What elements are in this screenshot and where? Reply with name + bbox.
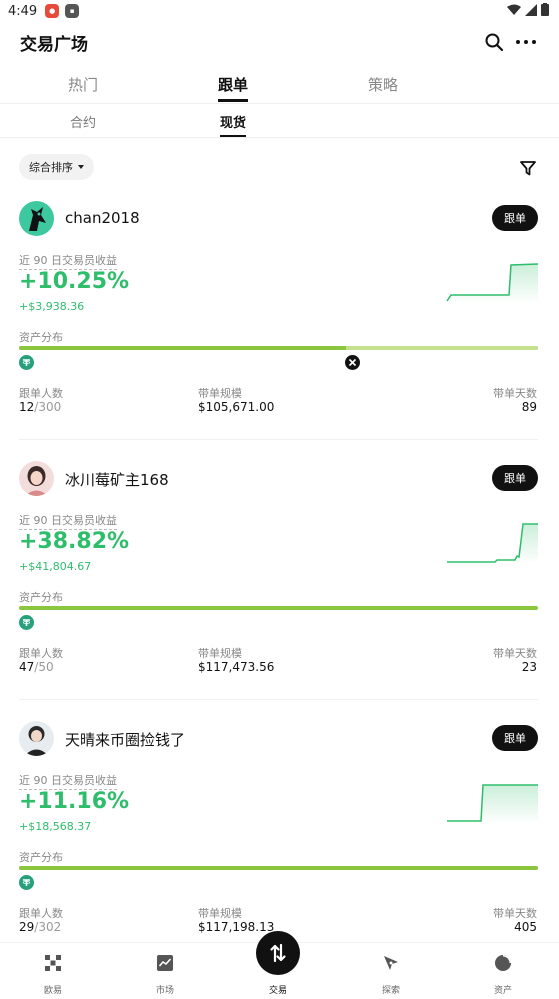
wifi-icon xyxy=(507,4,521,15)
allocation-segment-secondary xyxy=(345,346,538,350)
card-divider xyxy=(19,699,538,700)
app-header: 交易广场 xyxy=(0,28,559,58)
followers-label: 跟单人数 xyxy=(19,387,63,400)
notification-app-icon: ● xyxy=(45,4,60,18)
trader-avatar xyxy=(19,461,54,496)
aum-value: $105,671.00 xyxy=(198,400,275,414)
system-icons xyxy=(507,3,549,16)
return-percent: +11.16% xyxy=(19,789,130,814)
allocation-label: 资产分布 xyxy=(19,331,63,344)
aum-label: 带单规模 xyxy=(198,907,242,920)
nav-assets-label: 资产 xyxy=(493,986,512,996)
nav-explore-label: 探索 xyxy=(381,986,400,996)
trade-arrows-icon xyxy=(270,943,286,963)
followers-value: 12/300 xyxy=(19,400,62,414)
followers-label: 跟单人数 xyxy=(19,647,63,660)
follow-button[interactable]: 跟单 xyxy=(492,465,538,491)
return-label[interactable]: 近 90 日交易员收益 xyxy=(19,512,117,530)
trader-card[interactable]: chan2018 跟单 近 90 日交易员收益 +10.25% +$3,938.… xyxy=(0,201,559,461)
sort-label: 综合排序 xyxy=(29,161,73,174)
days-value: 89 xyxy=(521,400,537,414)
page-title: 交易广场 xyxy=(20,35,88,55)
trader-name[interactable]: chan2018 xyxy=(65,209,140,227)
notification-app-icon-2: ▪ xyxy=(65,4,80,18)
battery-icon xyxy=(541,3,549,16)
main-tabs: 热门 跟单 策略 xyxy=(0,70,559,104)
nav-trade-label: 交易 xyxy=(268,986,287,996)
filter-icon[interactable] xyxy=(519,159,537,177)
search-icon[interactable] xyxy=(484,32,504,52)
followers-value: 47/50 xyxy=(19,660,54,674)
return-label[interactable]: 近 90 日交易员收益 xyxy=(19,772,117,790)
followers-value: 29/302 xyxy=(19,920,62,934)
usdt-coin-icon xyxy=(19,615,34,630)
subtab-spot[interactable]: 现货 xyxy=(220,112,246,131)
tab-hot[interactable]: 热门 xyxy=(68,74,98,95)
allocation-label: 资产分布 xyxy=(19,591,63,604)
days-value: 23 xyxy=(521,660,537,674)
tab-copy-trading[interactable]: 跟单 xyxy=(218,74,248,95)
market-chart-icon xyxy=(157,955,173,971)
caret-down-icon xyxy=(78,165,84,169)
allocation-label: 资产分布 xyxy=(19,851,63,864)
allocation-bar xyxy=(19,606,538,610)
assets-pie-icon xyxy=(495,955,511,971)
nav-market-label: 市场 xyxy=(155,986,174,996)
subtab-active-indicator xyxy=(220,135,246,137)
return-label[interactable]: 近 90 日交易员收益 xyxy=(19,252,117,270)
nav-market[interactable]: 市场 xyxy=(135,953,195,996)
sort-dropdown[interactable]: 综合排序 xyxy=(19,154,94,180)
trader-avatar xyxy=(19,721,54,756)
pnl-sparkline xyxy=(447,523,538,564)
okx-logo-icon xyxy=(45,955,61,971)
trader-card[interactable]: 冰川莓矿主168 跟单 近 90 日交易员收益 +38.82% +$41,804… xyxy=(0,461,559,721)
pnl-sparkline xyxy=(447,784,538,824)
aum-label: 带单规模 xyxy=(198,647,242,660)
nav-okx-label: 欧易 xyxy=(43,986,62,996)
follow-button[interactable]: 跟单 xyxy=(492,725,538,751)
return-amount: +$18,568.37 xyxy=(19,820,92,833)
return-percent: +10.25% xyxy=(19,269,130,294)
days-value: 405 xyxy=(514,920,537,934)
other-coin-icon xyxy=(345,355,360,370)
return-amount: +$3,938.36 xyxy=(19,300,85,313)
sub-tabs: 合约 现货 xyxy=(0,108,559,138)
nav-okx[interactable]: 欧易 xyxy=(23,953,83,996)
status-bar: 4:49 ● ▪ xyxy=(0,0,559,22)
trader-name[interactable]: 天晴来币圈捡钱了 xyxy=(65,729,185,750)
signal-icon xyxy=(525,3,537,16)
aum-value: $117,198.13 xyxy=(198,920,275,934)
aum-label: 带单规模 xyxy=(198,387,242,400)
more-options-icon[interactable] xyxy=(514,32,538,52)
days-label: 带单天数 xyxy=(493,907,537,920)
allocation-bar xyxy=(19,346,538,350)
tab-active-indicator xyxy=(218,99,248,102)
trade-fab-button[interactable] xyxy=(256,931,300,975)
tab-strategy[interactable]: 策略 xyxy=(368,74,398,95)
followers-label: 跟单人数 xyxy=(19,907,63,920)
return-percent: +38.82% xyxy=(19,529,130,554)
card-divider xyxy=(19,439,538,440)
trader-name[interactable]: 冰川莓矿主168 xyxy=(65,469,169,490)
days-label: 带单天数 xyxy=(493,387,537,400)
explore-icon xyxy=(384,956,398,970)
days-label: 带单天数 xyxy=(493,647,537,660)
nav-explore[interactable]: 探索 xyxy=(361,953,421,996)
follow-button[interactable]: 跟单 xyxy=(492,205,538,231)
usdt-coin-icon xyxy=(19,875,34,890)
aum-value: $117,473.56 xyxy=(198,660,275,674)
usdt-coin-icon xyxy=(19,355,34,370)
trader-avatar xyxy=(19,201,54,236)
status-time: 4:49 xyxy=(8,3,38,19)
subtab-futures[interactable]: 合约 xyxy=(70,112,96,131)
nav-assets[interactable]: 资产 xyxy=(473,953,533,996)
allocation-bar xyxy=(19,866,538,870)
return-amount: +$41,804.67 xyxy=(19,560,92,573)
pnl-sparkline xyxy=(446,263,539,304)
